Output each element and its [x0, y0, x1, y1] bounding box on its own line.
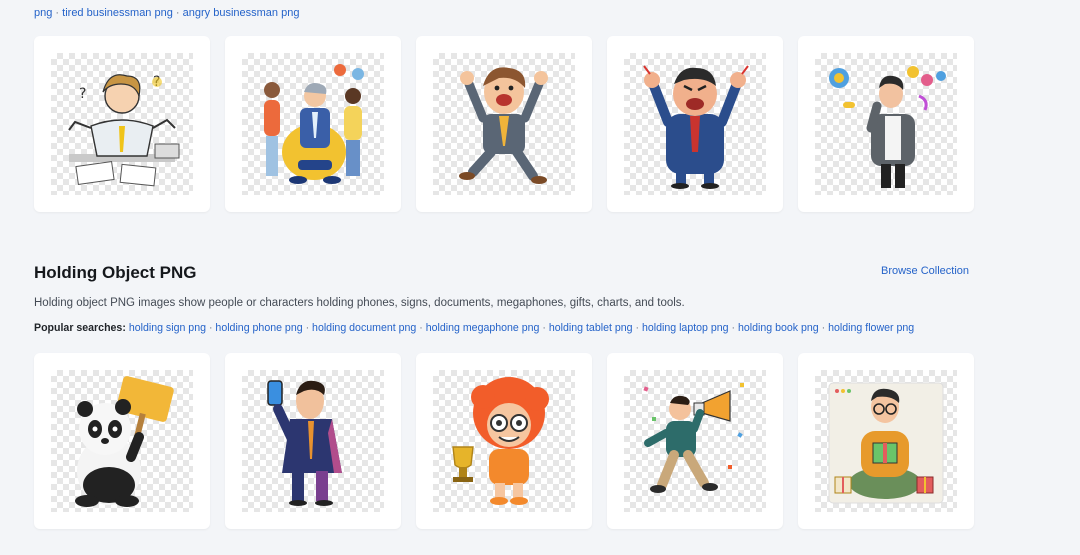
top-popular-searches: png · tired businessman png · angry busi… [34, 6, 976, 20]
separator: · [635, 322, 640, 334]
megaphone-man-thumb [624, 370, 766, 512]
angry-businessman-thumb [624, 53, 766, 195]
search-link-tired-businessman[interactable]: tired businessman png [62, 7, 173, 19]
confused-businessman-thumb: ? ? [51, 53, 193, 195]
image-card[interactable]: ? ? [34, 36, 210, 212]
image-card[interactable] [607, 353, 783, 529]
thinking-businessman-thumb [815, 53, 957, 195]
image-card[interactable] [607, 36, 783, 212]
image-card[interactable] [416, 353, 592, 529]
popular-searches: Popular searches: holding sign png · hol… [34, 322, 914, 334]
panda-thumb [51, 370, 193, 512]
panda-holding-sign-illustration [75, 376, 174, 507]
search-link-holding-flower[interactable]: holding flower png [828, 322, 914, 334]
search-link-holding-document[interactable]: holding document png [312, 322, 416, 334]
search-link-holding-book[interactable]: holding book png [738, 322, 819, 334]
image-card[interactable] [798, 36, 974, 212]
angry-businessman-illustration [643, 65, 749, 189]
search-link-holding-tablet[interactable]: holding tablet png [549, 322, 633, 334]
confused-businessman-illustration: ? ? [68, 74, 180, 187]
gift-man-thumb [815, 370, 957, 512]
section-title: Holding Object PNG [34, 263, 197, 282]
search-link-holding-sign[interactable]: holding sign png [129, 322, 206, 334]
image-card[interactable] [34, 353, 210, 529]
man-holding-gift-illustration [828, 382, 944, 504]
search-link-angry-businessman[interactable]: angry businessman png [183, 7, 300, 19]
happy-jumping-businessman-illustration [459, 67, 548, 184]
separator: · [208, 322, 213, 334]
svg-text:?: ? [79, 86, 86, 102]
businessman-holding-phone-illustration [267, 380, 342, 506]
image-card[interactable] [798, 353, 974, 529]
trophy-kid-thumb [433, 370, 575, 512]
separator: · [542, 322, 546, 334]
separator: · [305, 322, 310, 334]
thinking-businessman-illustration [829, 66, 946, 188]
holding-image-grid [34, 353, 974, 529]
image-card[interactable] [225, 36, 401, 212]
search-link-holding-laptop[interactable]: holding laptop png [642, 322, 729, 334]
stressed-businessman-with-colleagues-illustration [264, 64, 364, 184]
stressed-businessman-thumb [242, 53, 384, 195]
business-image-grid: ? ? [34, 36, 974, 212]
popular-searches-label: Popular searches: [34, 322, 126, 334]
phone-man-thumb [242, 370, 384, 512]
man-holding-megaphone-illustration [643, 383, 744, 493]
separator: · [821, 322, 826, 334]
separator: · [175, 7, 183, 19]
separator: · [419, 322, 423, 334]
section-description: Holding object PNG images show people or… [34, 297, 685, 309]
image-card[interactable] [416, 36, 592, 212]
kid-holding-trophy-illustration [452, 377, 549, 505]
browse-collection-link[interactable]: Browse Collection [881, 265, 969, 277]
jumping-businessman-thumb [433, 53, 575, 195]
separator: · [731, 322, 736, 334]
image-card[interactable] [225, 353, 401, 529]
search-link-holding-phone[interactable]: holding phone png [215, 322, 302, 334]
search-link-png[interactable]: png [34, 7, 52, 19]
search-link-holding-megaphone[interactable]: holding megaphone png [426, 322, 540, 334]
